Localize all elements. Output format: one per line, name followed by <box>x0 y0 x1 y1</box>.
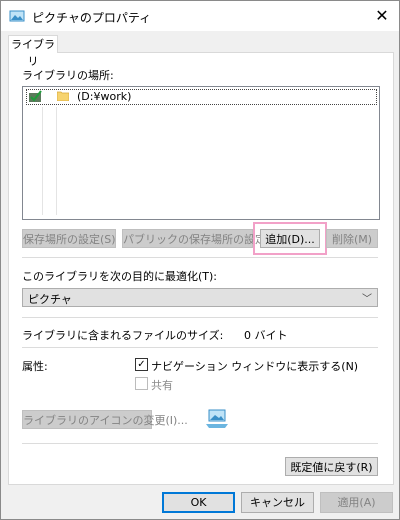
close-button[interactable]: ✕ <box>365 1 399 31</box>
divider <box>22 347 378 348</box>
chevron-down-icon: ﹀ <box>362 294 372 305</box>
ok-button[interactable]: OK <box>162 492 235 513</box>
library-panel: ライブラリの場所: (D:¥work) 保存場所の設定(S) パブリックの保存場… <box>8 52 394 485</box>
apply-button[interactable]: 適用(A) <box>320 492 393 513</box>
folder-icon <box>57 91 69 101</box>
set-save-location-button[interactable]: 保存場所の設定(S) <box>22 229 116 248</box>
list-column-line <box>56 107 57 215</box>
divider <box>22 257 378 258</box>
attributes-label: 属性: <box>22 360 48 373</box>
restore-defaults-button[interactable]: 既定値に戻す(R) <box>285 457 378 476</box>
size-value: 0 バイト <box>244 329 288 342</box>
size-label: ライブラリに含まれるファイルのサイズ: <box>22 329 224 342</box>
remove-button[interactable]: 削除(M) <box>326 229 378 248</box>
divider <box>22 443 378 444</box>
optimize-dropdown[interactable]: ピクチャ ﹀ <box>22 288 378 307</box>
show-in-nav-label: ナビゲーション ウィンドウに表示する(N) <box>151 360 359 373</box>
shared-label: 共有 <box>151 379 173 392</box>
show-in-nav-checkbox[interactable]: ✓ <box>135 358 148 371</box>
save-location-check-icon <box>29 90 42 102</box>
set-public-save-location-button[interactable]: パブリックの保存場所の設定(P) <box>122 229 281 248</box>
window-title: ピクチャのプロパティ <box>32 11 152 25</box>
cancel-button[interactable]: キャンセル <box>241 492 314 513</box>
tab-library[interactable]: ライブラリ <box>8 35 58 68</box>
list-column-line <box>42 107 43 215</box>
locations-list[interactable]: (D:¥work) <box>22 86 380 220</box>
divider <box>22 317 378 318</box>
optimize-label: このライブラリを次の目的に最適化(T): <box>22 270 218 283</box>
list-item[interactable]: (D:¥work) <box>26 89 377 105</box>
change-icon-button[interactable]: ライブラリのアイコンの変更(I)... <box>22 410 188 429</box>
properties-window: ピクチャのプロパティ ✕ ライブラリ ライブラリの場所: (D:¥work) 保… <box>0 0 400 520</box>
shared-checkbox[interactable] <box>135 377 148 390</box>
library-icon <box>206 409 228 428</box>
add-button[interactable]: 追加(D)... <box>260 229 320 248</box>
pictures-library-icon <box>9 10 25 22</box>
location-name: (D:¥work) <box>77 90 132 103</box>
optimize-selected-value: ピクチャ <box>28 293 72 306</box>
title-bar: ピクチャのプロパティ ✕ <box>1 1 399 31</box>
